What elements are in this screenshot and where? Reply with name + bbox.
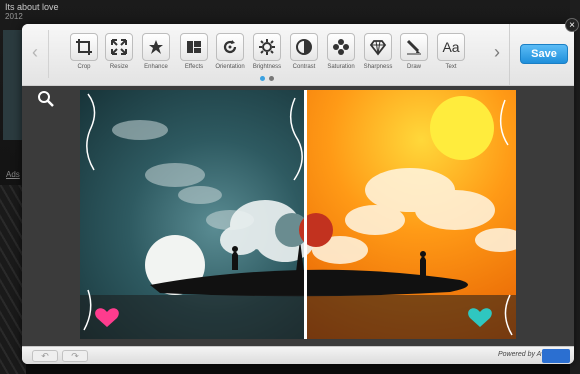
pager-dot-active[interactable] [260,76,265,81]
close-button[interactable]: × [565,18,579,32]
tool-effects-label: Effects [184,64,204,70]
tool-sharpness-label: Sharpness [363,64,393,70]
pager-dot[interactable] [269,76,274,81]
tool-brightness-label: Brightness [252,64,282,70]
text-glyph: Aa [442,39,460,55]
ads-link[interactable]: Ads [6,170,20,179]
canvas-area [22,86,574,346]
tool-crop[interactable]: Crop [64,33,104,83]
photo-preview[interactable] [80,90,516,339]
tool-crop-label: Crop [77,64,91,70]
zoom-icon[interactable] [37,90,55,108]
tool-contrast-label: Contrast [292,64,316,70]
text-icon: Aa [437,33,465,61]
page-year: 2012 [5,12,23,21]
photo-editor-modal: ‹ Crop Resize Enhance Effects Orientatio… [22,24,574,364]
tool-resize[interactable]: Resize [99,33,139,83]
brand-logo-icon[interactable] [542,349,570,363]
tool-draw[interactable]: Draw [394,33,434,83]
saturation-icon [327,33,355,61]
tool-saturation-label: Saturation [327,64,355,70]
tool-saturation[interactable]: Saturation [321,33,361,83]
enhance-icon [142,33,170,61]
resize-icon [105,33,133,61]
photo-artwork [80,93,516,339]
toolbar-next-button[interactable]: › [490,42,504,62]
toolbar-divider [48,30,49,78]
brightness-icon [253,33,281,61]
tool-enhance[interactable]: Enhance [136,33,176,83]
redo-button[interactable]: ↷ [62,350,88,362]
tool-orientation[interactable]: Orientation [210,33,250,83]
tool-enhance-label: Enhance [144,64,168,70]
tool-contrast[interactable]: Contrast [284,33,324,83]
tool-text-label: Text [445,64,457,70]
draw-icon [400,33,428,61]
tool-text[interactable]: Aa Text [431,33,471,83]
page-title: Its about love [5,2,59,12]
toolbar: ‹ Crop Resize Enhance Effects Orientatio… [22,24,574,86]
crop-icon [70,33,98,61]
background-thumbnail [3,30,23,140]
contrast-icon [290,33,318,61]
tool-effects[interactable]: Effects [174,33,214,83]
toolbar-prev-button[interactable]: ‹ [28,42,42,62]
sharpness-icon [364,33,392,61]
tool-resize-label: Resize [109,64,129,70]
photo-divider [304,90,307,339]
bottom-bar: ↶ ↷ Powered by Aviary [22,346,574,364]
save-button[interactable]: Save [520,44,568,64]
tool-orientation-label: Orientation [215,64,245,70]
undo-button[interactable]: ↶ [32,350,58,362]
orientation-icon [216,33,244,61]
tool-draw-label: Draw [406,64,421,70]
tool-sharpness[interactable]: Sharpness [358,33,398,83]
toolbar-divider-right [509,24,510,86]
toolbar-pager [260,76,280,82]
effects-icon [180,33,208,61]
